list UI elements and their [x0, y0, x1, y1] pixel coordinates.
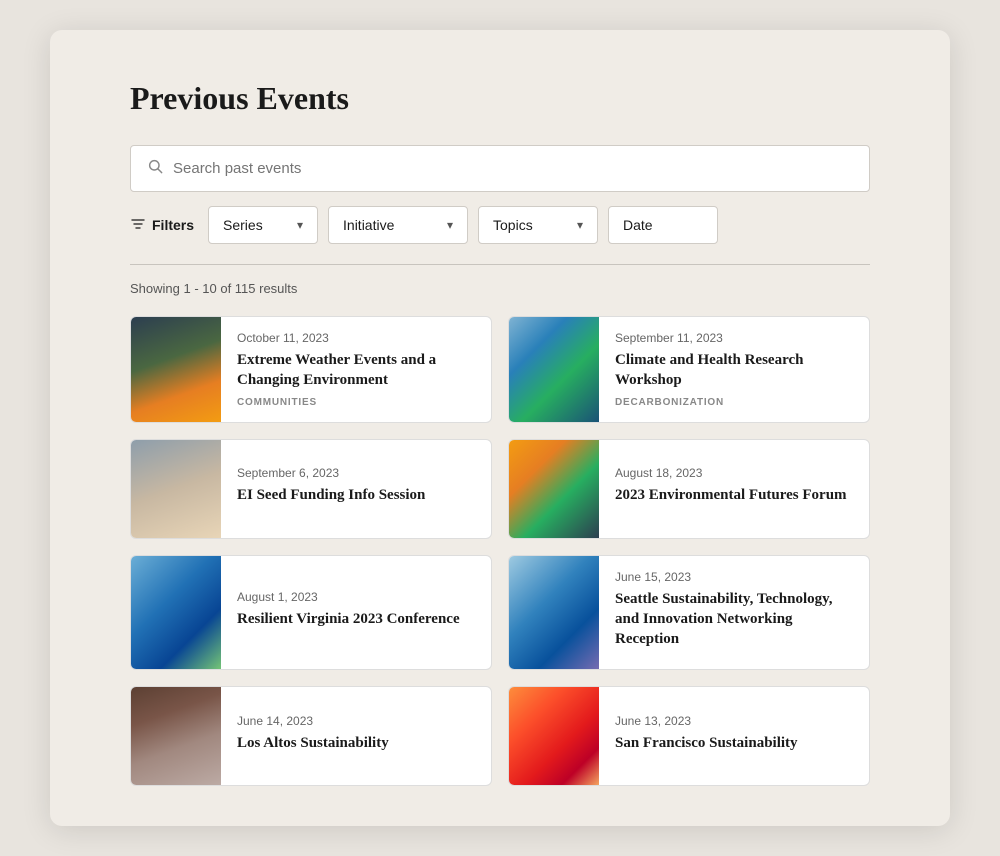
initiative-filter[interactable]: Initiative ▾	[328, 206, 468, 244]
event-tag: COMMUNITIES	[237, 397, 475, 408]
event-image	[131, 687, 221, 785]
search-icon	[147, 158, 163, 179]
event-title: Resilient Virginia 2023 Conference	[237, 609, 475, 629]
event-title: EI Seed Funding Info Session	[237, 485, 475, 505]
event-image	[131, 556, 221, 670]
event-image	[509, 687, 599, 785]
event-date: June 15, 2023	[615, 570, 853, 584]
event-image	[509, 440, 599, 538]
event-date: September 11, 2023	[615, 331, 853, 345]
event-card[interactable]: August 1, 2023 Resilient Virginia 2023 Co…	[130, 555, 492, 671]
event-card[interactable]: September 11, 2023 Climate and Health Res…	[508, 316, 870, 423]
event-card[interactable]: October 11, 2023 Extreme Weather Events a…	[130, 316, 492, 423]
event-card[interactable]: June 15, 2023 Seattle Sustainability, Tec…	[508, 555, 870, 671]
chevron-down-icon: ▾	[577, 218, 583, 232]
event-tag: DECARBONIZATION	[615, 397, 853, 408]
page-container: Previous Events Filters Series ▾	[50, 30, 950, 826]
event-card[interactable]: June 14, 2023Los Altos Sustainability	[130, 686, 492, 786]
filter-icon	[130, 216, 146, 235]
event-date: June 14, 2023	[237, 714, 475, 728]
event-title: 2023 Environmental Futures Forum	[615, 485, 853, 505]
event-image	[131, 317, 221, 422]
event-image	[509, 317, 599, 422]
results-count: Showing 1 - 10 of 115 results	[130, 281, 870, 296]
page-title: Previous Events	[130, 80, 870, 117]
filters-label: Filters	[130, 216, 194, 235]
events-grid: October 11, 2023 Extreme Weather Events a…	[130, 316, 870, 786]
event-image	[131, 440, 221, 538]
event-date: August 18, 2023	[615, 466, 853, 480]
chevron-down-icon: ▾	[297, 218, 303, 232]
event-date: June 13, 2023	[615, 714, 853, 728]
event-date: October 11, 2023	[237, 331, 475, 345]
event-title: Climate and Health Research Workshop	[615, 350, 853, 391]
event-date: September 6, 2023	[237, 466, 475, 480]
event-title: Seattle Sustainability, Technology, and …	[615, 589, 853, 650]
chevron-down-icon: ▾	[447, 218, 453, 232]
event-date: August 1, 2023	[237, 590, 475, 604]
event-image	[509, 556, 599, 670]
divider	[130, 264, 870, 265]
event-card[interactable]: August 18, 2023 2023 Environmental Future…	[508, 439, 870, 539]
search-input[interactable]	[173, 160, 853, 177]
event-card[interactable]: June 13, 2023San Francisco Sustainabilit…	[508, 686, 870, 786]
search-bar[interactable]	[130, 145, 870, 192]
topics-filter[interactable]: Topics ▾	[478, 206, 598, 244]
series-filter[interactable]: Series ▾	[208, 206, 318, 244]
date-filter[interactable]: Date	[608, 206, 718, 244]
filters-row: Filters Series ▾ Initiative ▾ Topics ▾ D…	[130, 206, 870, 244]
event-title: Extreme Weather Events and a Changing En…	[237, 350, 475, 391]
event-card[interactable]: September 6, 2023 EI Seed Funding Info Se…	[130, 439, 492, 539]
